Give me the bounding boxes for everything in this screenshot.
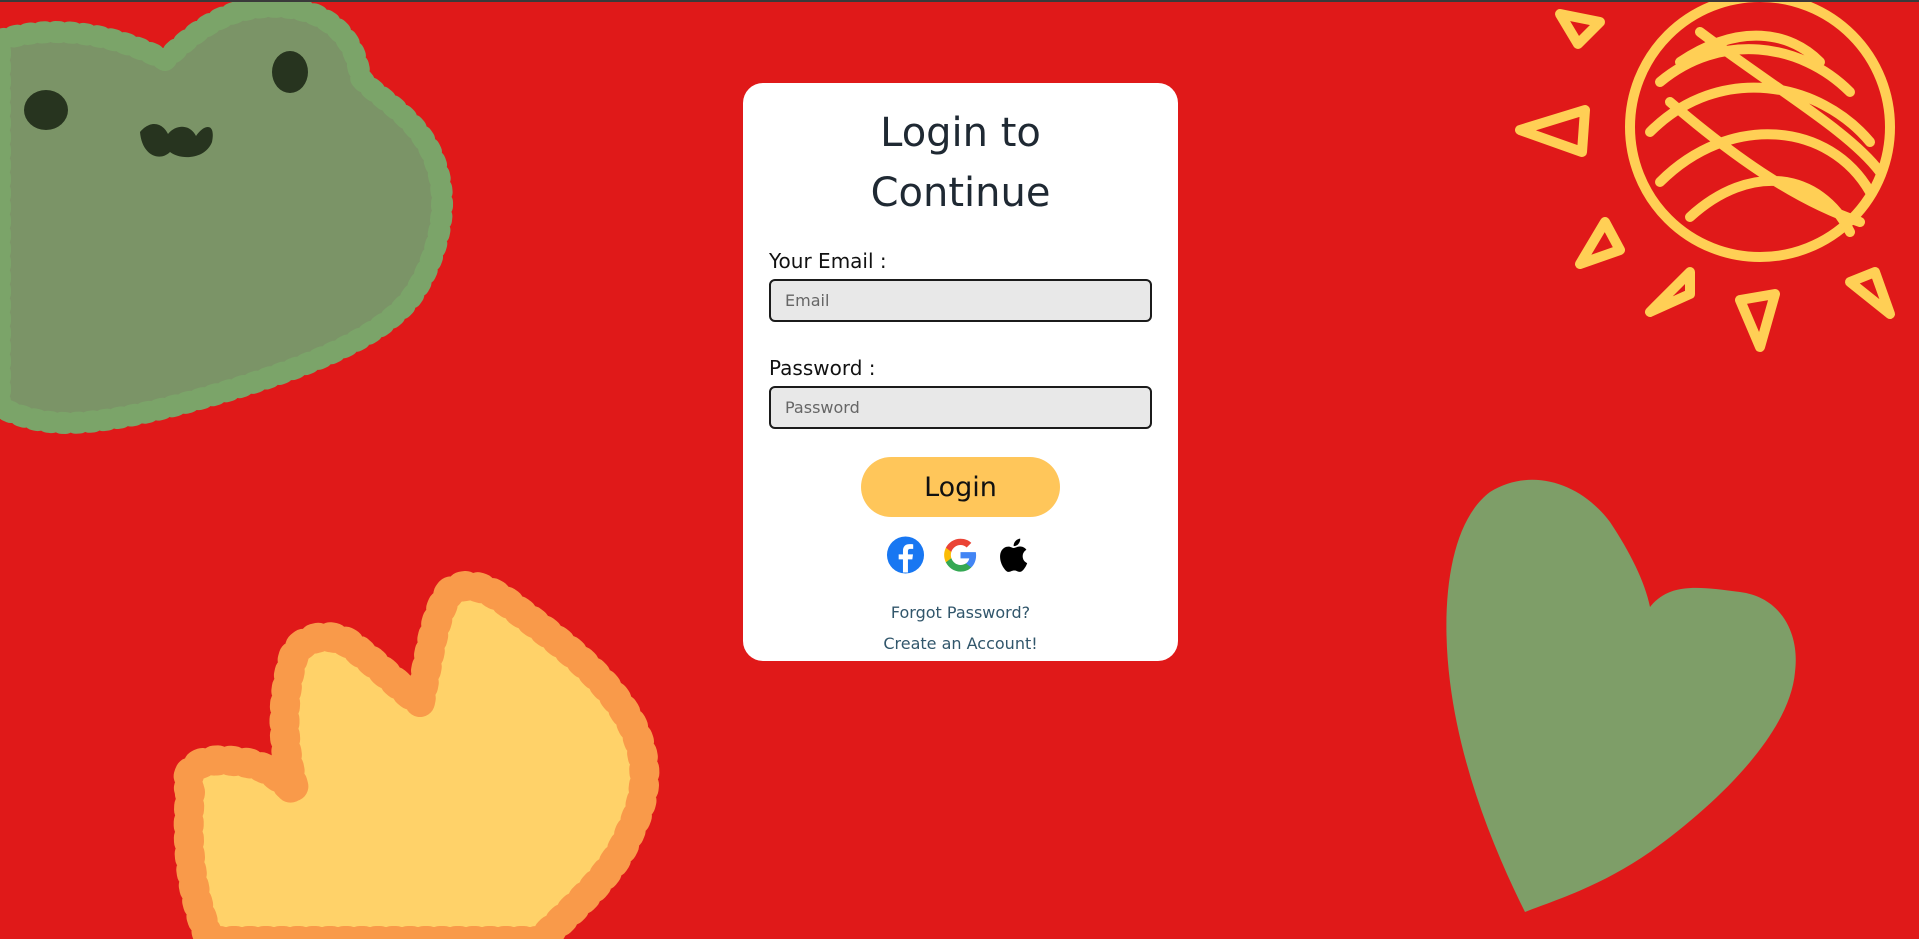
email-label: Your Email : — [769, 249, 887, 273]
google-login-button[interactable] — [941, 534, 980, 576]
title-line-1: Login to — [880, 110, 1041, 156]
social-login-row — [769, 534, 1152, 576]
apple-login-button[interactable] — [996, 534, 1035, 576]
forgot-password-link[interactable]: Forgot Password? — [769, 597, 1152, 628]
create-account-link[interactable]: Create an Account! — [769, 628, 1152, 659]
apple-icon — [1000, 538, 1028, 572]
password-label: Password : — [769, 356, 876, 380]
google-icon — [944, 538, 977, 572]
login-button[interactable]: Login — [861, 457, 1060, 517]
facebook-icon — [886, 536, 925, 574]
email-field[interactable] — [769, 279, 1152, 322]
account-links: Forgot Password? Create an Account! — [769, 597, 1152, 659]
password-field[interactable] — [769, 386, 1152, 429]
facebook-login-button[interactable] — [886, 534, 925, 576]
login-card: Login to Continue Your Email : Password … — [743, 83, 1178, 661]
title-line-2: Continue — [870, 170, 1051, 216]
login-page: Login to Continue Your Email : Password … — [0, 2, 1919, 939]
page-title: Login to Continue — [769, 103, 1152, 223]
